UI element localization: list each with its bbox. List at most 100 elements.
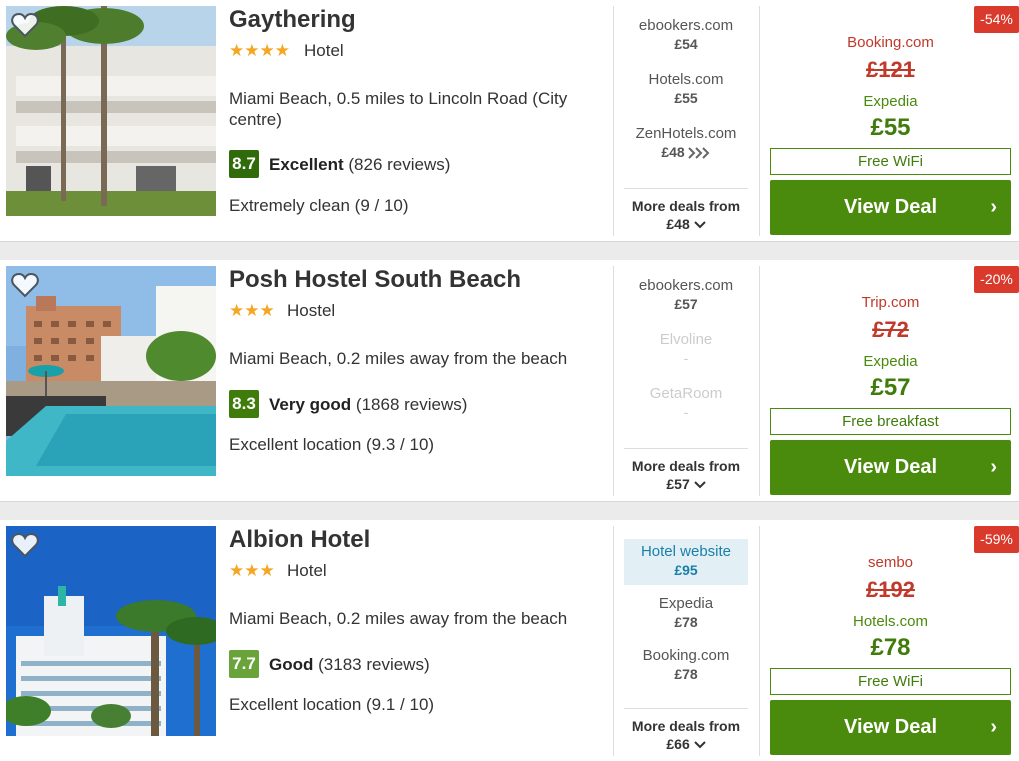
accommodation-type: Hotel (287, 561, 327, 580)
compared-price: £72 (872, 317, 909, 342)
hotel-photo[interactable] (6, 6, 216, 216)
star-rating: ★★★ (229, 561, 275, 580)
deal-provider: Elvoline (659, 331, 713, 348)
more-deals-label: More deals from (631, 718, 741, 734)
deal-item[interactable]: ZenHotels.com £48 (624, 125, 748, 171)
heart-icon[interactable] (11, 532, 39, 558)
hotel-card[interactable]: Posh Hostel South Beach ★★★ Hostel Miami… (0, 260, 1019, 502)
review-count: (3183 reviews) (318, 655, 430, 674)
deal-item[interactable]: Hotel website £95 (624, 539, 748, 585)
perk-badge: Free breakfast (770, 408, 1011, 435)
deal-price: £95 (674, 562, 698, 578)
heart-icon[interactable] (11, 12, 39, 38)
hotel-location: Miami Beach, 0.5 miles to Lincoln Road (… (229, 89, 568, 129)
more-deals-button[interactable]: More deals from £48 (624, 188, 748, 233)
deal-item[interactable]: ebookers.com £54 (624, 17, 748, 63)
divider (759, 526, 760, 756)
triple-chevron-icon (687, 147, 710, 160)
sub-rating: Extremely clean (9 / 10) (229, 196, 409, 215)
more-deals-price: £48 (666, 216, 690, 232)
hotel-card[interactable]: Albion Hotel ★★★ Hotel Miami Beach, 0.2 … (0, 520, 1019, 761)
deal-item[interactable]: Elvoline - (624, 331, 748, 377)
hotel-name[interactable]: Posh Hostel South Beach (229, 266, 521, 294)
chevron-down-icon (693, 741, 706, 749)
hotel-location: Miami Beach, 0.2 miles away from the bea… (229, 609, 568, 628)
compared-price: £192 (866, 577, 915, 602)
deal-item[interactable]: ebookers.com £57 (624, 277, 748, 323)
discount-badge: -59% (974, 526, 1019, 553)
perk-badge: Free WiFi (770, 148, 1011, 175)
discount-badge: -54% (974, 6, 1019, 33)
best-price: £78 (870, 634, 911, 661)
star-rating: ★★★ (229, 301, 275, 320)
more-deals-button[interactable]: More deals from £66 (624, 708, 748, 753)
hotel-photo[interactable] (6, 266, 216, 476)
deal-price: £57 (674, 296, 698, 312)
more-deals-label: More deals from (631, 198, 741, 214)
more-deals-button[interactable]: More deals from £57 (624, 448, 748, 493)
more-deals-price: £57 (666, 476, 690, 492)
deal-price: £48 (661, 144, 685, 160)
deal-provider: Expedia (658, 595, 714, 612)
deal-provider: Hotel website (640, 543, 732, 560)
view-deal-button[interactable]: View Deal › (770, 440, 1011, 495)
review-count: (826 reviews) (348, 155, 451, 174)
deal-provider: ZenHotels.com (635, 125, 737, 142)
accommodation-type: Hostel (287, 301, 336, 320)
review-count: (1868 reviews) (355, 395, 468, 414)
divider (613, 266, 614, 496)
best-price: £55 (870, 114, 911, 141)
deal-price: - (683, 404, 689, 420)
compared-provider: Booking.com (847, 34, 934, 51)
chevron-down-icon (693, 481, 706, 489)
chevron-right-icon: › (990, 196, 997, 218)
best-price: £57 (870, 374, 911, 401)
accommodation-type: Hotel (304, 41, 344, 60)
review-score: 7.7 (229, 650, 259, 678)
deal-price: - (683, 350, 689, 366)
discount-badge: -20% (974, 266, 1019, 293)
chevron-down-icon (693, 221, 706, 229)
sub-rating: Excellent location (9.1 / 10) (229, 695, 435, 714)
deal-provider: GetaRoom (649, 385, 723, 402)
view-deal-button[interactable]: View Deal › (770, 180, 1011, 235)
sub-rating: Excellent location (9.3 / 10) (229, 435, 435, 454)
view-deal-button[interactable]: View Deal › (770, 700, 1011, 755)
deal-provider: ebookers.com (638, 17, 734, 34)
hotel-results-list: Gaythering ★★★★ Hotel Miami Beach, 0.5 m… (0, 0, 1019, 761)
review-summary[interactable]: Good (3183 reviews) (269, 655, 430, 675)
review-score: 8.7 (229, 150, 259, 178)
deal-price: £78 (674, 614, 698, 630)
review-score: 8.3 (229, 390, 259, 418)
chevron-right-icon: › (990, 716, 997, 738)
best-provider: Hotels.com (852, 613, 929, 630)
hotel-photo[interactable] (6, 526, 216, 736)
deal-provider: ebookers.com (638, 277, 734, 294)
review-summary[interactable]: Very good (1868 reviews) (269, 395, 467, 415)
hotel-location: Miami Beach, 0.2 miles away from the bea… (229, 349, 568, 368)
deal-provider: Hotels.com (648, 71, 724, 88)
compared-provider: sembo (867, 554, 914, 571)
hotel-name[interactable]: Gaythering (229, 6, 356, 34)
heart-icon[interactable] (11, 272, 39, 298)
chevron-right-icon: › (990, 456, 997, 478)
divider (759, 266, 760, 496)
deal-price: £55 (674, 90, 698, 106)
rating-label: Excellent (269, 155, 344, 174)
hotel-card[interactable]: Gaythering ★★★★ Hotel Miami Beach, 0.5 m… (0, 0, 1019, 242)
deal-item[interactable]: Hotels.com £55 (624, 71, 748, 117)
best-provider: Expedia (863, 93, 918, 110)
divider (759, 6, 760, 236)
deal-item[interactable]: Expedia £78 (624, 595, 748, 641)
deal-price: £78 (674, 666, 698, 682)
deal-item[interactable]: GetaRoom - (624, 385, 748, 431)
divider (613, 6, 614, 236)
review-summary[interactable]: Excellent (826 reviews) (269, 155, 450, 175)
best-provider: Expedia (863, 353, 918, 370)
more-deals-label: More deals from (631, 458, 741, 474)
divider (613, 526, 614, 756)
compared-price: £121 (866, 57, 915, 82)
hotel-name[interactable]: Albion Hotel (229, 526, 370, 554)
rating-label: Very good (269, 395, 352, 414)
deal-item[interactable]: Booking.com £78 (624, 647, 748, 693)
